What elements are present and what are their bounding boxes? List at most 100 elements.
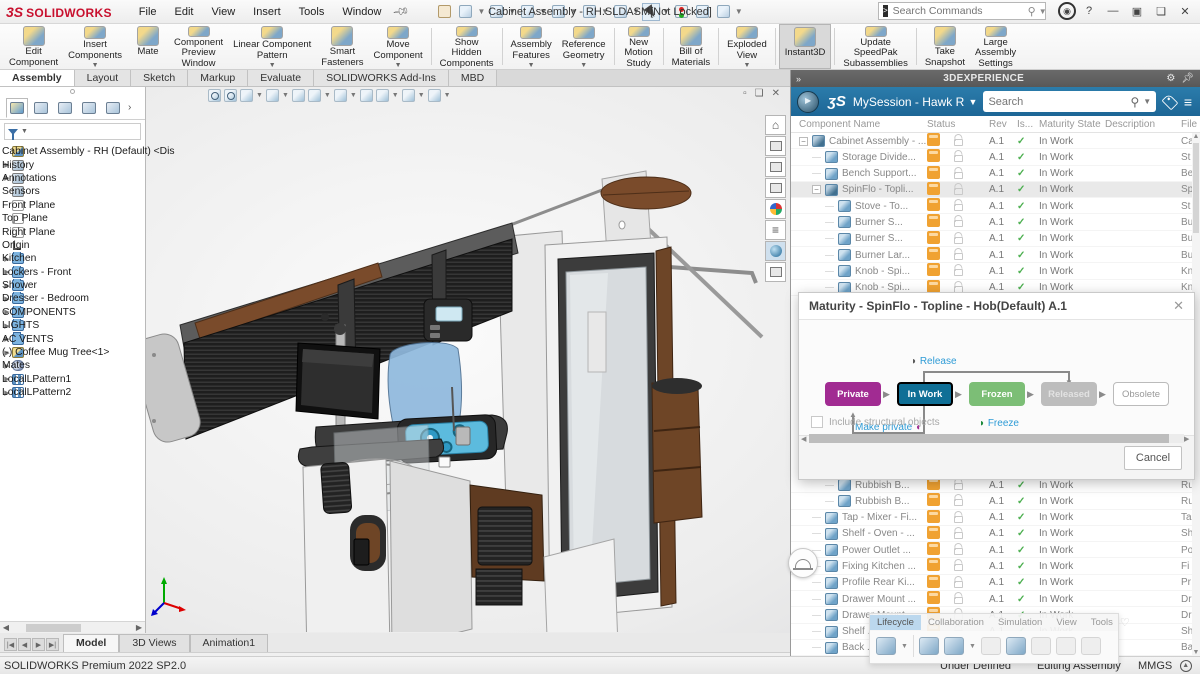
- edit-component-button[interactable]: Edit Component: [4, 24, 63, 69]
- component-row[interactable]: Drawer Mount ...A.1✓In WorkDr: [791, 591, 1193, 607]
- tree-item-top-plane[interactable]: Top Plane: [2, 212, 145, 225]
- instant3d-button[interactable]: Instant3D: [779, 24, 832, 69]
- tree-item-sensors[interactable]: Sensors: [2, 185, 145, 198]
- qa-home[interactable]: [435, 3, 454, 20]
- component-row[interactable]: Rubbish B...A.1✓In WorkRu: [791, 493, 1193, 509]
- qa-new-document[interactable]: [456, 3, 475, 20]
- help-icon[interactable]: ?: [1078, 2, 1100, 20]
- tree-item-locallpattern1[interactable]: ▶LocalLPattern1: [2, 373, 145, 386]
- component-row[interactable]: Burner Lar...A.1✓In WorkBu: [791, 247, 1193, 263]
- dialog-horizontal-scrollbar[interactable]: ◀ ▶: [801, 433, 1192, 444]
- tab-configurationmanager[interactable]: [54, 98, 76, 118]
- exploded-view-button[interactable]: Exploded View▼: [722, 24, 772, 69]
- caret-icon[interactable]: ▼: [508, 7, 516, 16]
- caret-icon[interactable]: ▼: [601, 7, 609, 16]
- panel-gear-icon[interactable]: ⚙: [1166, 73, 1175, 84]
- minimize-button[interactable]: —: [1102, 2, 1124, 20]
- menu-file[interactable]: File: [130, 3, 166, 21]
- bill-of-materials-button[interactable]: Bill of Materials: [667, 24, 716, 69]
- tab-dimxpertmanager[interactable]: [78, 98, 100, 118]
- insert-components-button[interactable]: Insert Components▼: [63, 24, 127, 69]
- menu-window[interactable]: Window: [333, 3, 390, 21]
- component-row[interactable]: Burner S...A.1✓In WorkBu: [791, 214, 1193, 230]
- tree-item-shower[interactable]: ▶Shower: [2, 279, 145, 292]
- cad-model[interactable]: [140, 87, 800, 632]
- caret-icon[interactable]: ▼: [901, 643, 908, 650]
- mate-button[interactable]: Mate: [127, 24, 169, 69]
- scroll-left-icon[interactable]: ◀: [0, 623, 12, 632]
- qa-open[interactable]: [487, 3, 506, 20]
- state-private[interactable]: Private: [825, 382, 881, 406]
- checkbox-icon[interactable]: [811, 416, 823, 428]
- state-in-work[interactable]: In Work: [897, 382, 953, 406]
- new-motion-study-button[interactable]: New Motion Study: [618, 24, 660, 69]
- action-tab-simulation[interactable]: Simulation: [991, 615, 1049, 630]
- collapse-icon[interactable]: −: [812, 185, 821, 194]
- column-rev[interactable]: Rev: [989, 119, 1017, 130]
- take-snapshot-button[interactable]: Take Snapshot: [920, 24, 970, 69]
- tabs-overflow-icon[interactable]: ›: [128, 102, 131, 113]
- tab-mbd[interactable]: MBD: [449, 70, 497, 86]
- tree-root[interactable]: Cabinet Assembly - RH (Default) <Dis: [2, 145, 145, 158]
- panel-splitter-handle[interactable]: [0, 87, 145, 96]
- column-status[interactable]: Status: [927, 119, 989, 130]
- tab-propertymanager[interactable]: [30, 98, 52, 118]
- scroll-right-icon[interactable]: ▶: [1184, 435, 1192, 443]
- flyout-caret-icon[interactable]: ▼: [743, 62, 750, 69]
- tree-item-history[interactable]: ▶History: [2, 158, 145, 171]
- panel-search-icon[interactable]: ⚲: [1130, 95, 1139, 109]
- dialog-titlebar[interactable]: Maturity - SpinFlo - Topline - Hob(Defau…: [799, 293, 1194, 320]
- scroll-left-icon[interactable]: ◀: [801, 435, 809, 443]
- command-search-input[interactable]: [893, 5, 1028, 17]
- tab-sketch[interactable]: Sketch: [131, 70, 188, 86]
- menu-insert[interactable]: Insert: [244, 3, 290, 21]
- collapse-icon[interactable]: −: [799, 137, 808, 146]
- column-is[interactable]: Is...: [1017, 119, 1039, 130]
- component-row[interactable]: Knob - Spi...A.1✓In WorkKn: [791, 263, 1193, 279]
- close-button[interactable]: ✕: [1174, 2, 1196, 20]
- component-row[interactable]: Bench Support...A.1✓In WorkBe: [791, 166, 1193, 182]
- maximize-button[interactable]: ▣: [1126, 2, 1148, 20]
- status-globe-icon[interactable]: [1180, 660, 1192, 672]
- doc-tab-3d-views[interactable]: 3D Views: [119, 634, 189, 652]
- qa-task-pane[interactable]: [693, 3, 712, 20]
- dialog-close-icon[interactable]: ✕: [1173, 298, 1184, 314]
- component-row[interactable]: Profile Rear Ki...A.1✓In WorkPr: [791, 575, 1193, 591]
- action-tab-view[interactable]: View: [1049, 615, 1083, 630]
- menu-view[interactable]: View: [203, 3, 245, 21]
- state-released[interactable]: Released: [1041, 382, 1097, 406]
- scroll-right-icon[interactable]: ▶: [133, 623, 145, 632]
- column-file[interactable]: File: [1181, 119, 1200, 130]
- action-tab-collaboration[interactable]: Collaboration: [921, 615, 991, 630]
- menu-tools[interactable]: Tools: [290, 3, 334, 21]
- tree-structure-icon[interactable]: [1006, 637, 1026, 655]
- qa-selection-filter[interactable]: [672, 3, 691, 20]
- move-component-button[interactable]: Move Component▼: [369, 24, 428, 69]
- tab-assembly[interactable]: Assembly: [0, 70, 75, 86]
- tree-item-annotations[interactable]: ▶Annotations: [2, 172, 145, 185]
- component-preview-window-button[interactable]: Component Preview Window: [169, 24, 228, 69]
- qa-select[interactable]: [642, 3, 660, 21]
- caret-icon[interactable]: ▼: [539, 7, 547, 16]
- flyout-caret-icon[interactable]: ▼: [395, 62, 402, 69]
- tree-item-locallpattern2[interactable]: ▶LocalLPattern2: [2, 386, 145, 399]
- qa-undo[interactable]: [580, 3, 599, 20]
- panel-menu-icon[interactable]: ≡: [1184, 94, 1192, 110]
- tab-solidworks-add-ins[interactable]: SOLIDWORKS Add-Ins: [314, 70, 449, 86]
- state-frozen[interactable]: Frozen: [969, 382, 1025, 406]
- component-row[interactable]: Stove - To...A.1✓In WorkSt: [791, 198, 1193, 214]
- flyout-caret-icon[interactable]: ▼: [92, 62, 99, 69]
- freeze-transition[interactable]: ◗ Freeze: [979, 418, 1019, 429]
- tree-item-coffee-mug-tree-1[interactable]: ▶(-) Coffee Mug Tree<1>: [2, 346, 145, 359]
- doc-tab-animation1[interactable]: Animation1: [190, 634, 269, 652]
- tab-layout[interactable]: Layout: [75, 70, 132, 86]
- tab-markup[interactable]: Markup: [188, 70, 248, 86]
- caret-icon[interactable]: ▼: [570, 7, 578, 16]
- release-transition[interactable]: ◗ Release: [911, 356, 957, 367]
- tree-item-ac-vents[interactable]: ▶AC VENTS: [2, 332, 145, 345]
- smart-fasteners-button[interactable]: Smart Fasteners: [316, 24, 368, 69]
- menu-edit[interactable]: Edit: [166, 3, 203, 21]
- session-caret-icon[interactable]: ▼: [969, 97, 978, 107]
- large-assembly-settings-button[interactable]: Large Assembly Settings: [970, 24, 1021, 69]
- scroll-up-icon[interactable]: ▲: [1192, 133, 1200, 140]
